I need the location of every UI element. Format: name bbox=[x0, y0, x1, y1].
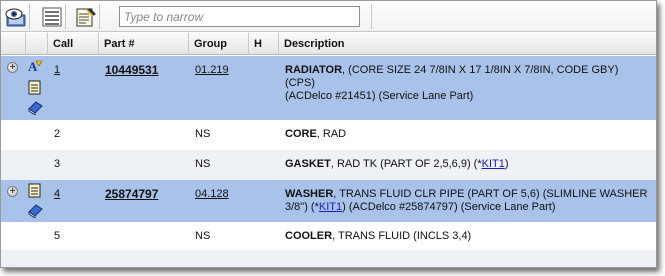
call-number: 2 bbox=[54, 128, 61, 140]
header-group[interactable]: Group bbox=[188, 33, 248, 55]
group-text: NS bbox=[195, 230, 211, 242]
table-row[interactable]: 5 NS COOLER, TRANS FLUID (INCLS 3,4) bbox=[1, 222, 656, 250]
description-text: , RAD bbox=[316, 128, 347, 140]
description-text: , TRANS FLUID (INCLS 3,4) bbox=[332, 230, 472, 242]
header-description[interactable]: Description bbox=[278, 33, 656, 55]
table-row[interactable]: 2 NS CORE, RAD bbox=[1, 120, 656, 150]
header-icons bbox=[25, 33, 47, 55]
view-eye-icon[interactable] bbox=[2, 4, 30, 29]
part-name: COOLER bbox=[285, 230, 333, 242]
call-link[interactable]: 1 bbox=[54, 64, 60, 76]
table-header: Call Part # Group H Description bbox=[1, 33, 656, 55]
part-name: CORE bbox=[285, 128, 317, 140]
table-row[interactable]: + A 1 10449531 01.219 RADIATOR, (CORE SI… bbox=[1, 56, 656, 120]
group-text: NS bbox=[195, 128, 211, 140]
call-number: 3 bbox=[54, 158, 61, 170]
book-icon[interactable] bbox=[27, 100, 43, 115]
toolbar-divider bbox=[371, 4, 372, 29]
part-name: WASHER bbox=[285, 188, 334, 200]
table-row[interactable]: 3 NS GASKET, RAD TK (PART OF 2,5,6,9) (*… bbox=[1, 150, 656, 180]
alert-icon[interactable]: A bbox=[27, 59, 43, 74]
group-link[interactable]: 04.128 bbox=[195, 188, 229, 200]
call-number: 5 bbox=[54, 230, 61, 242]
part-number-link[interactable]: 10449531 bbox=[105, 63, 158, 77]
kit-link[interactable]: KIT1 bbox=[319, 201, 342, 213]
row-description: WASHER, TRANS FLUID CLR PIPE (PART OF 5,… bbox=[285, 188, 650, 214]
header-h[interactable]: H bbox=[248, 33, 278, 55]
empty-row bbox=[1, 250, 656, 267]
part-name: RADIATOR bbox=[285, 64, 343, 76]
part-name: GASKET bbox=[285, 158, 331, 170]
narrow-search-input[interactable] bbox=[119, 6, 360, 27]
notes-icon[interactable] bbox=[27, 183, 42, 198]
kit-link[interactable]: KIT1 bbox=[482, 158, 505, 170]
row-description: GASKET, RAD TK (PART OF 2,5,6,9) (*KIT1) bbox=[285, 158, 509, 171]
table-row[interactable]: + 4 25874797 04.128 WASHER, TRANS FLUID … bbox=[1, 180, 656, 222]
header-part-number[interactable]: Part # bbox=[98, 33, 188, 55]
group-link[interactable]: 01.219 bbox=[195, 64, 229, 76]
description-text: , RAD TK (PART OF 2,5,6,9) ( bbox=[330, 158, 478, 170]
expand-icon[interactable]: + bbox=[7, 62, 18, 73]
book-icon[interactable] bbox=[27, 203, 43, 218]
description-tail: ) (ACDelco #25874797) (Service Lane Part… bbox=[342, 201, 556, 213]
notes-icon[interactable] bbox=[27, 80, 42, 95]
expand-icon[interactable]: + bbox=[7, 186, 18, 197]
description-text-line2: (ACDelco #21451) (Service Lane Part) bbox=[285, 90, 474, 102]
group-text: NS bbox=[195, 158, 211, 170]
toolbar bbox=[1, 1, 656, 32]
part-number-link[interactable]: 25874797 bbox=[105, 187, 158, 201]
parts-window: Call Part # Group H Description + A 1 10… bbox=[0, 0, 657, 268]
row-description: RADIATOR, (CORE SIZE 24 7/8IN X 17 1/8IN… bbox=[285, 64, 650, 103]
call-link[interactable]: 4 bbox=[54, 188, 60, 200]
description-tail: ) bbox=[504, 158, 509, 170]
row-description: CORE, RAD bbox=[285, 128, 346, 141]
row-description: COOLER, TRANS FLUID (INCLS 3,4) bbox=[285, 230, 471, 243]
description-text: , TRANS FLUID CLR PIPE (PART OF 5,6) (SL… bbox=[333, 188, 648, 200]
list-icon[interactable] bbox=[38, 4, 66, 29]
description-text-line2: 3/8") ( bbox=[285, 201, 315, 213]
header-call[interactable]: Call bbox=[47, 33, 98, 55]
edit-notes-icon[interactable] bbox=[72, 4, 100, 29]
